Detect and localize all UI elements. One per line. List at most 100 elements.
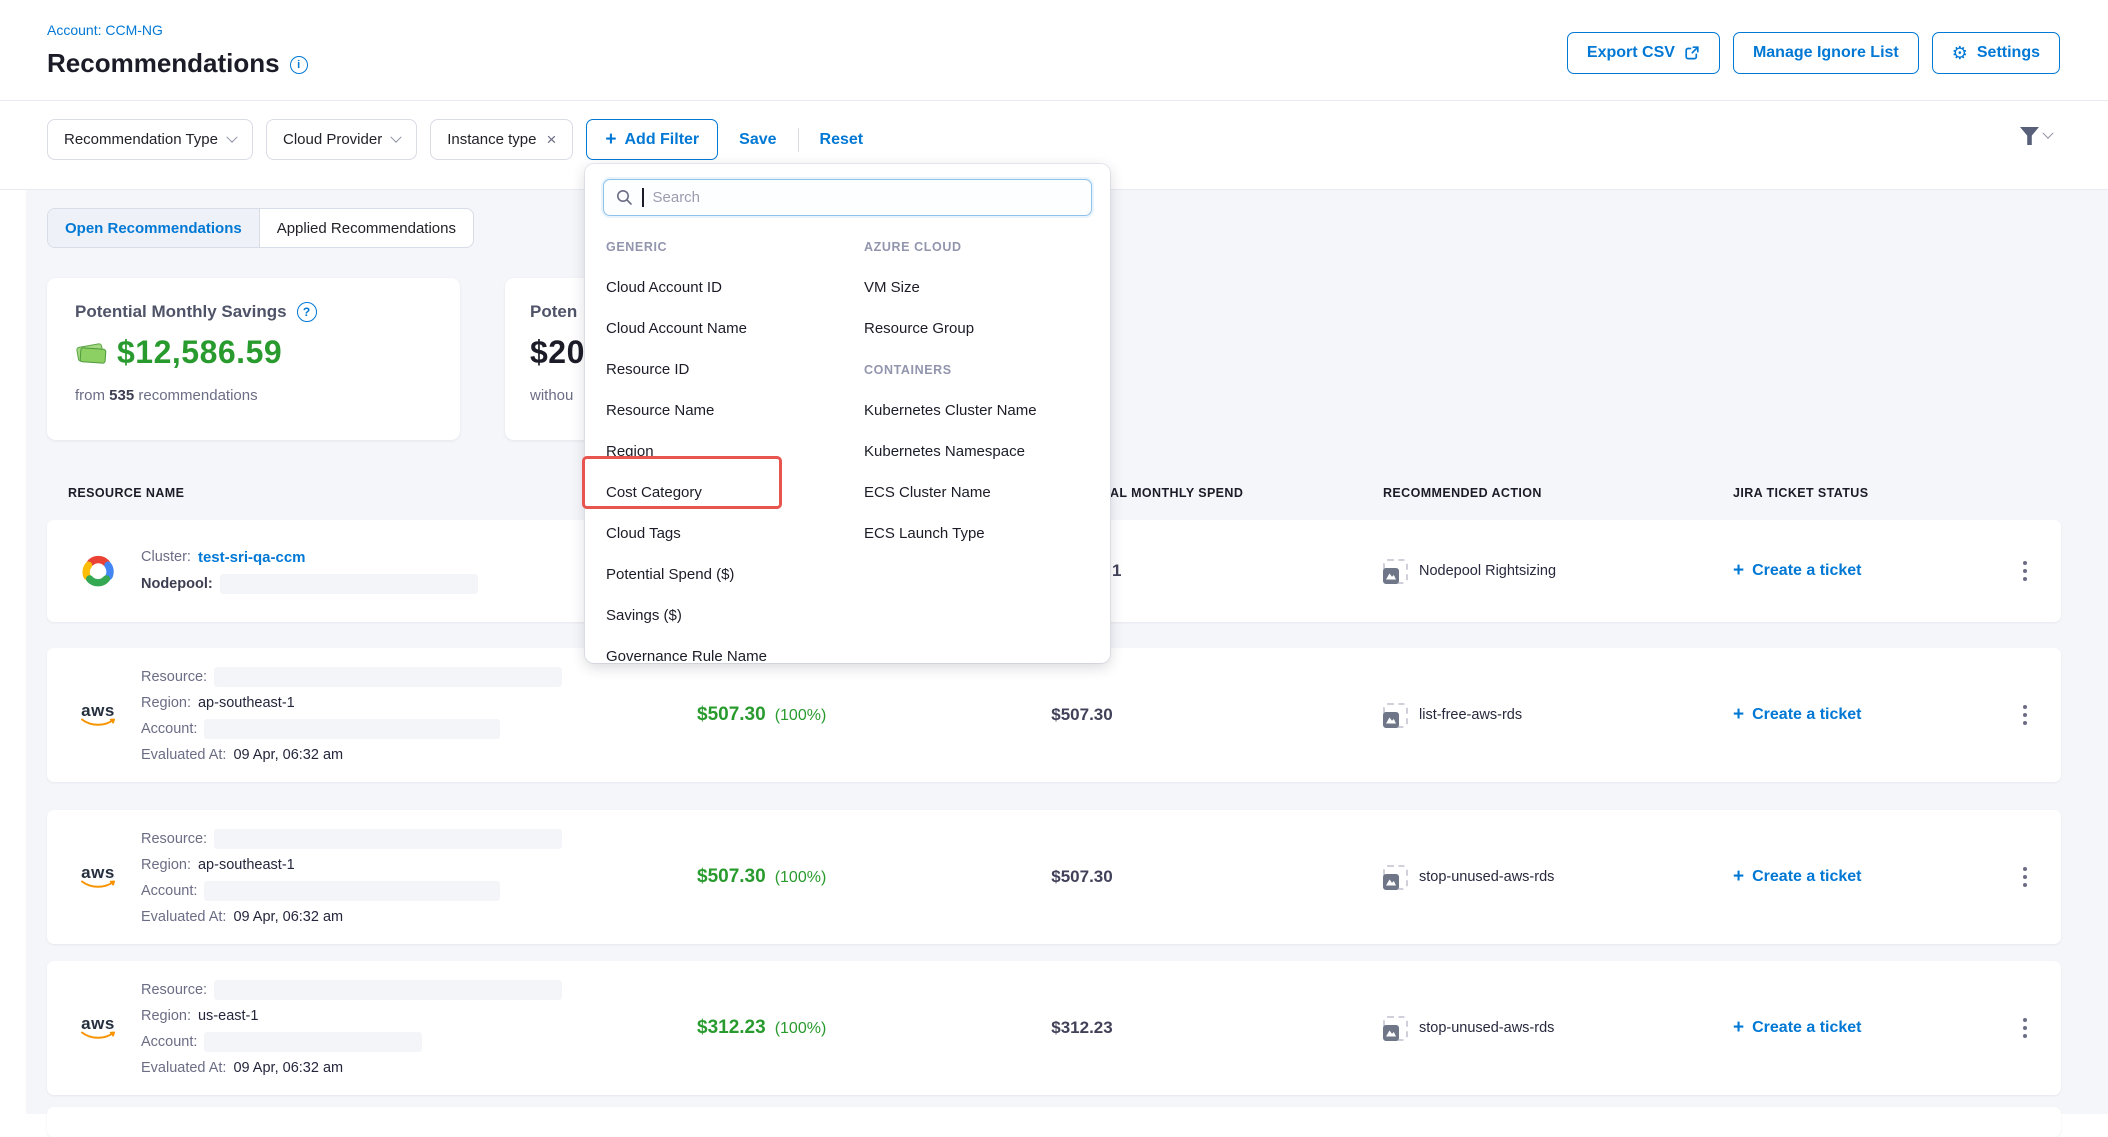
plus-icon: + [1733,560,1744,582]
filter-option[interactable]: ECS Launch Type [862,513,1107,554]
filter-option[interactable]: Resource ID [604,349,849,390]
filter-panel-toggle[interactable] [2020,127,2052,145]
left-edge-strip [0,189,26,1114]
resource-label: Resource: [141,669,207,685]
recommendation-count: 535 [109,387,134,404]
filter-option[interactable]: Kubernetes Namespace [862,431,1107,472]
chip-label: Cloud Provider [283,131,382,148]
filter-option[interactable]: Cost Category [604,472,849,513]
filter-option[interactable]: Potential Spend ($) [604,554,849,595]
savings-subtext: from 535 recommendations [75,387,460,404]
create-ticket-label: Create a ticket [1752,868,1861,886]
info-icon[interactable]: i [290,56,308,74]
row-menu-kebab-icon[interactable] [2019,701,2032,730]
resource-label: Resource: [141,982,207,998]
tab-applied-recommendations[interactable]: Applied Recommendations [260,209,473,247]
manage-ignore-list-button[interactable]: Manage Ignore List [1733,32,1919,74]
monthly-savings-value: $312.23 [697,1017,766,1039]
reset-filter-button[interactable]: Reset [812,131,872,149]
add-filter-label: Add Filter [624,131,699,149]
export-csv-button[interactable]: Export CSV [1567,32,1720,74]
monthly-savings-value: $507.30 [697,866,766,888]
add-filter-button[interactable]: + Add Filter [586,119,718,160]
cluster-label: Cluster: [141,549,191,565]
table-row[interactable]: aws Resource: Region:ap-southeast-1 Acco… [47,810,2061,944]
aws-icon: aws [75,703,121,727]
potential-monthly-savings-card: Potential Monthly Savings ? $12,586.59 f… [47,278,460,440]
row-menu-kebab-icon[interactable] [2019,1014,2032,1043]
manage-ignore-list-label: Manage Ignore List [1753,44,1899,62]
filter-option[interactable]: Resource Group [862,308,1107,349]
subtext-suffix: recommendations [138,387,257,404]
row-menu-kebab-icon[interactable] [2019,557,2032,586]
tab-open-recommendations[interactable]: Open Recommendations [48,209,260,247]
savings-percent: (100%) [775,869,827,887]
recommended-action: list-free-aws-rds [1419,707,1522,723]
col-header-resource-name[interactable]: RESOURCE NAME [47,486,667,500]
col-header-jira-ticket-status[interactable]: JIRA TICKET STATUS [1597,486,1897,500]
col-header-recommended-action[interactable]: RECOMMENDED ACTION [1247,486,1597,500]
redacted-value [204,881,500,901]
aws-icon: aws [75,1016,121,1040]
row-menu-kebab-icon[interactable] [2019,863,2032,892]
gcp-icon [75,553,121,589]
recommended-action: stop-unused-aws-rds [1419,1020,1554,1036]
nodepool-label: Nodepool: [141,576,213,592]
create-ticket-button[interactable]: + Create a ticket [1597,560,1897,582]
chevron-down-icon [226,131,237,142]
chip-label: Instance type [447,131,536,148]
filter-option[interactable]: Cloud Account ID [604,267,849,308]
create-ticket-label: Create a ticket [1752,1019,1861,1037]
help-icon[interactable]: ? [297,302,317,322]
breadcrumb[interactable]: Account: CCM-NG [47,22,163,38]
settings-button[interactable]: ⚙ Settings [1932,32,2060,74]
table-row[interactable]: aws Resource: Region:ap-southeast-1 Acco… [47,648,2061,782]
dropdown-search[interactable] [603,179,1092,216]
plus-icon: + [1733,866,1744,888]
create-ticket-button[interactable]: + Create a ticket [1597,866,1897,888]
azure-filter-list: VM SizeResource Group [862,267,1107,349]
section-heading-generic: GENERIC [604,226,849,267]
gear-icon: ⚙ [1952,43,1968,64]
filter-option[interactable]: Cloud Account Name [604,308,849,349]
search-icon [616,189,633,206]
create-ticket-button[interactable]: + Create a ticket [1597,1017,1897,1039]
broken-image-icon [1383,703,1408,728]
create-ticket-button[interactable]: + Create a ticket [1597,704,1897,726]
table-row[interactable]: aws Resource: Region:us-east-1 Account: … [47,961,2061,1095]
filter-option[interactable]: ECS Cluster Name [862,472,1107,513]
filter-chip-recommendation-type[interactable]: Recommendation Type [47,119,253,160]
recommendations-tabs: Open Recommendations Applied Recommendat… [47,208,474,248]
region-value: ap-southeast-1 [198,857,295,873]
close-icon[interactable]: × [546,130,556,150]
save-filter-button[interactable]: Save [731,131,784,149]
filter-option[interactable]: Savings ($) [604,595,849,636]
account-label: Account: [141,1034,197,1050]
broken-image-icon [1383,1016,1408,1041]
redacted-value [214,980,562,1000]
plus-icon: + [605,129,616,151]
broken-image-icon [1383,559,1408,584]
filter-option[interactable]: VM Size [862,267,1107,308]
search-input[interactable] [653,189,1080,206]
recommended-action: stop-unused-aws-rds [1419,869,1554,885]
redacted-value [204,1032,422,1052]
card-title-fragment: Poten [530,302,577,322]
filter-option[interactable]: Resource Name [604,390,849,431]
filter-option[interactable]: Cloud Tags [604,513,849,554]
filter-option[interactable]: Region [604,431,849,472]
resource-label: Resource: [141,831,207,847]
filter-chip-cloud-provider[interactable]: Cloud Provider [266,119,417,160]
monthly-savings-value: $507.30 [697,704,766,726]
cluster-link[interactable]: test-sri-qa-ccm [198,549,306,566]
text-cursor [642,188,644,207]
evaluated-at-value: 09 Apr, 06:32 am [233,747,343,763]
filter-option[interactable]: Kubernetes Cluster Name [862,390,1107,431]
monthly-spend-value: $507.30 [917,867,1247,887]
region-value: us-east-1 [198,1008,258,1024]
account-label: Account: [141,721,197,737]
filter-chip-instance-type[interactable]: Instance type × [430,119,573,160]
chip-label: Recommendation Type [64,131,218,148]
filter-option[interactable]: Governance Rule Name [604,636,849,677]
create-ticket-label: Create a ticket [1752,562,1861,580]
